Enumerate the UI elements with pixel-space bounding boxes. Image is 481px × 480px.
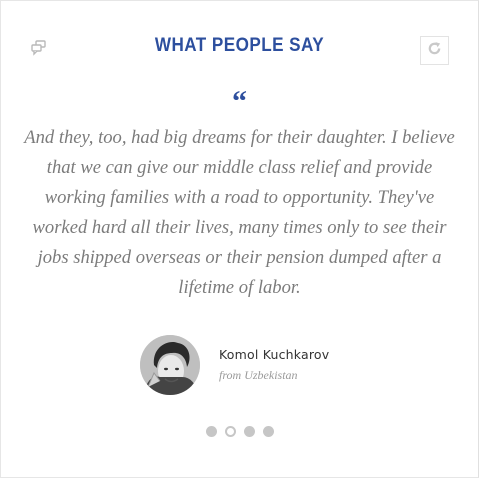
pagination-dot[interactable] (262, 426, 274, 437)
section-title: WHAT PEOPLE SAY (154, 35, 325, 56)
pagination-dot[interactable] (205, 426, 217, 437)
pagination-dots (1, 426, 478, 437)
pagination-dot[interactable] (243, 426, 255, 437)
testimonials-widget: WHAT PEOPLE SAY “ And they, too, had big… (0, 0, 479, 478)
quote-mark-icon: “ (232, 85, 247, 118)
author-block: Komol Kuchkarov from Uzbekistan (140, 334, 329, 396)
testimonial-quote: And they, too, had big dreams for their … (24, 127, 455, 298)
author-info: Komol Kuchkarov from Uzbekistan (219, 347, 329, 383)
refresh-icon (427, 41, 442, 60)
avatar (140, 335, 200, 395)
author-location: from Uzbekistan (219, 368, 298, 382)
refresh-button[interactable] (420, 36, 449, 65)
pagination-dot-active[interactable] (224, 426, 236, 437)
author-name: Komol Kuchkarov (219, 347, 330, 362)
